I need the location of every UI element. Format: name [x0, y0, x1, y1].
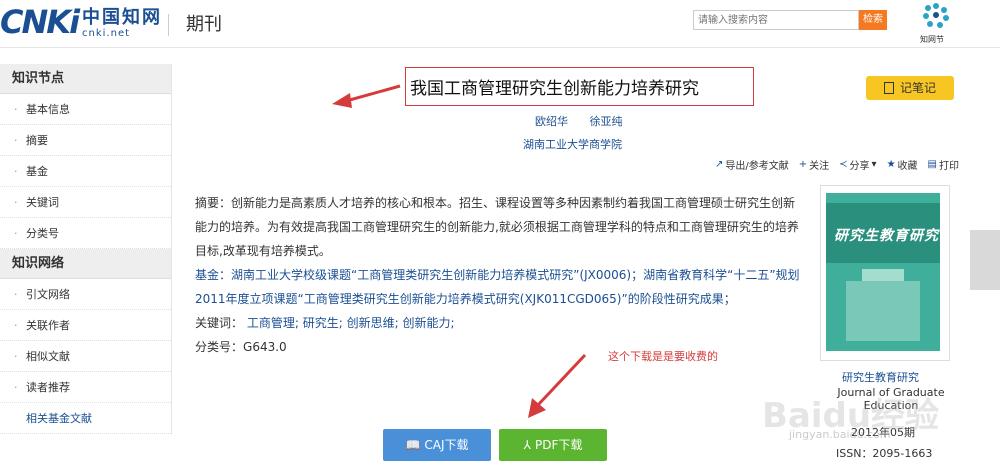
author-list: 欧绍华 徐亚纯: [535, 113, 641, 129]
sidebar-item-keywords[interactable]: 关键词: [0, 187, 171, 218]
classification-label: 分类号：: [195, 340, 244, 354]
header-divider: [168, 14, 169, 36]
author-link[interactable]: 徐亚纯: [590, 115, 623, 128]
export-icon: ↗: [715, 159, 724, 170]
export-button[interactable]: ↗ 导出/参考文献: [715, 157, 789, 172]
share-icon: ≺: [839, 159, 848, 170]
classification-value: G643.0: [243, 340, 287, 354]
caj-download-label: CAJ下载: [424, 438, 469, 452]
journal-name-link[interactable]: 研究生教育研究: [842, 369, 919, 385]
keyword-link[interactable]: 工商管理;: [247, 316, 299, 330]
logo-cnki-text: CNKi: [0, 3, 80, 41]
sidebar-item-abstract[interactable]: 摘要: [0, 125, 171, 156]
author-link[interactable]: 欧绍华: [535, 115, 568, 128]
search-button[interactable]: 检索: [859, 10, 887, 30]
printer-icon: ▤: [927, 159, 937, 170]
star-icon: ★: [886, 159, 896, 170]
fund-text[interactable]: 湖南工业大学校级课题“工商管理类研究生创新能力培养模式研究”(JX0006)；湖…: [195, 268, 800, 306]
take-note-button[interactable]: 记笔记: [866, 76, 954, 100]
cover-building: [846, 281, 920, 341]
edit-float-button[interactable]: [970, 260, 1000, 290]
pdf-download-button[interactable]: ⅄ PDF下载: [499, 429, 607, 461]
keywords-label: 关键词：: [195, 316, 244, 330]
sidebar-item-similar-docs[interactable]: 相似文献: [0, 341, 171, 372]
export-label: 导出/参考文献: [725, 161, 789, 172]
print-button[interactable]: ▤ 打印: [928, 157, 959, 172]
print-label: 打印: [939, 161, 959, 172]
abstract-label: 摘要：: [195, 196, 232, 210]
pdf-icon: ⅄: [523, 438, 531, 452]
fund-label: 基金：: [195, 268, 232, 282]
affiliation-link[interactable]: 湖南工业大学商学院: [523, 136, 622, 152]
logo-cn-text: 中国知网: [82, 7, 163, 28]
keywords-paragraph: 关键词： 工商管理; 研究生; 创新思维; 创新能力;: [195, 311, 805, 335]
sidebar-item-related-authors[interactable]: 关联作者: [0, 310, 171, 341]
article-toolbar: ↗ 导出/参考文献 + 关注 ≺ 分享 ▾ ★ 收藏 ▤ 打印: [715, 157, 959, 172]
favorite-button[interactable]: ★ 收藏: [887, 157, 918, 172]
baidu-watermark-url: jingyan.baidu.com: [789, 428, 891, 441]
journal-cover-image[interactable]: 研究生教育研究: [826, 193, 940, 351]
favorite-label: 收藏: [897, 161, 918, 172]
logo-net-text: cnki.net: [82, 28, 131, 39]
sidebar-item-related-fund-docs[interactable]: 相关基金文献: [0, 403, 171, 434]
share-button[interactable]: ≺ 分享 ▾: [839, 157, 876, 172]
sidebar-heading-knowledge-network: 知识网络: [0, 249, 171, 279]
search-input[interactable]: [693, 10, 859, 30]
cnki-logo[interactable]: CNKi 中国知网 cnki.net: [0, 4, 162, 40]
caj-download-button[interactable]: 📖 CAJ下载: [383, 429, 491, 461]
chevron-down-icon: ▾: [871, 159, 877, 170]
fund-paragraph: 基金：湖南工业大学校级课题“工商管理类研究生创新能力培养模式研究”(JX0006…: [195, 263, 805, 311]
cover-title: 研究生教育研究: [834, 228, 939, 244]
feedback-float-button[interactable]: [970, 230, 1000, 260]
zhiwang-label: 知网节: [920, 35, 944, 44]
abstract-paragraph: 摘要：创新能力是高素质人才培养的核心和根本。招生、课程设置等多种因素制约着我国工…: [195, 191, 805, 263]
follow-label: 关注: [809, 161, 830, 172]
annotation-text: 这个下载是是要收费的: [608, 350, 718, 363]
header: CNKi 中国知网 cnki.net 期刊 检索 知网节: [0, 0, 1000, 48]
sidebar-item-citation-network[interactable]: 引文网络: [0, 279, 171, 310]
article-title: 我国工商管理研究生创新能力培养研究: [410, 79, 699, 99]
sidebar: 知识节点 基本信息 摘要 基金 关键词 分类号 知识网络 引文网络 关联作者 相…: [0, 64, 172, 434]
keyword-link[interactable]: 创新思维;: [347, 316, 399, 330]
book-icon: 📖: [405, 438, 421, 452]
keyword-link[interactable]: 研究生;: [303, 316, 343, 330]
pdf-download-label: PDF下载: [534, 438, 583, 452]
article-details: 摘要：创新能力是高素质人才培养的核心和根本。招生、课程设置等多种因素制约着我国工…: [195, 191, 805, 359]
sidebar-item-classification[interactable]: 分类号: [0, 218, 171, 249]
follow-button[interactable]: + 关注: [799, 157, 829, 172]
share-label: 分享: [849, 161, 870, 172]
abstract-text: 创新能力是高素质人才培养的核心和根本。招生、课程设置等多种因素制约着我国工商管理…: [195, 196, 799, 258]
sidebar-item-fund[interactable]: 基金: [0, 156, 171, 187]
sidebar-item-reader-recommend[interactable]: 读者推荐: [0, 372, 171, 403]
sidebar-heading-knowledge-nodes: 知识节点: [0, 64, 171, 94]
take-note-label: 记笔记: [899, 81, 936, 95]
journal-issn: ISSN：2095-1663: [836, 447, 933, 460]
sidebar-item-basic-info[interactable]: 基本信息: [0, 94, 171, 125]
section-title: 期刊: [186, 14, 222, 35]
keyword-link[interactable]: 创新能力;: [402, 316, 454, 330]
plus-icon: +: [798, 159, 808, 170]
notebook-icon: [883, 82, 894, 94]
